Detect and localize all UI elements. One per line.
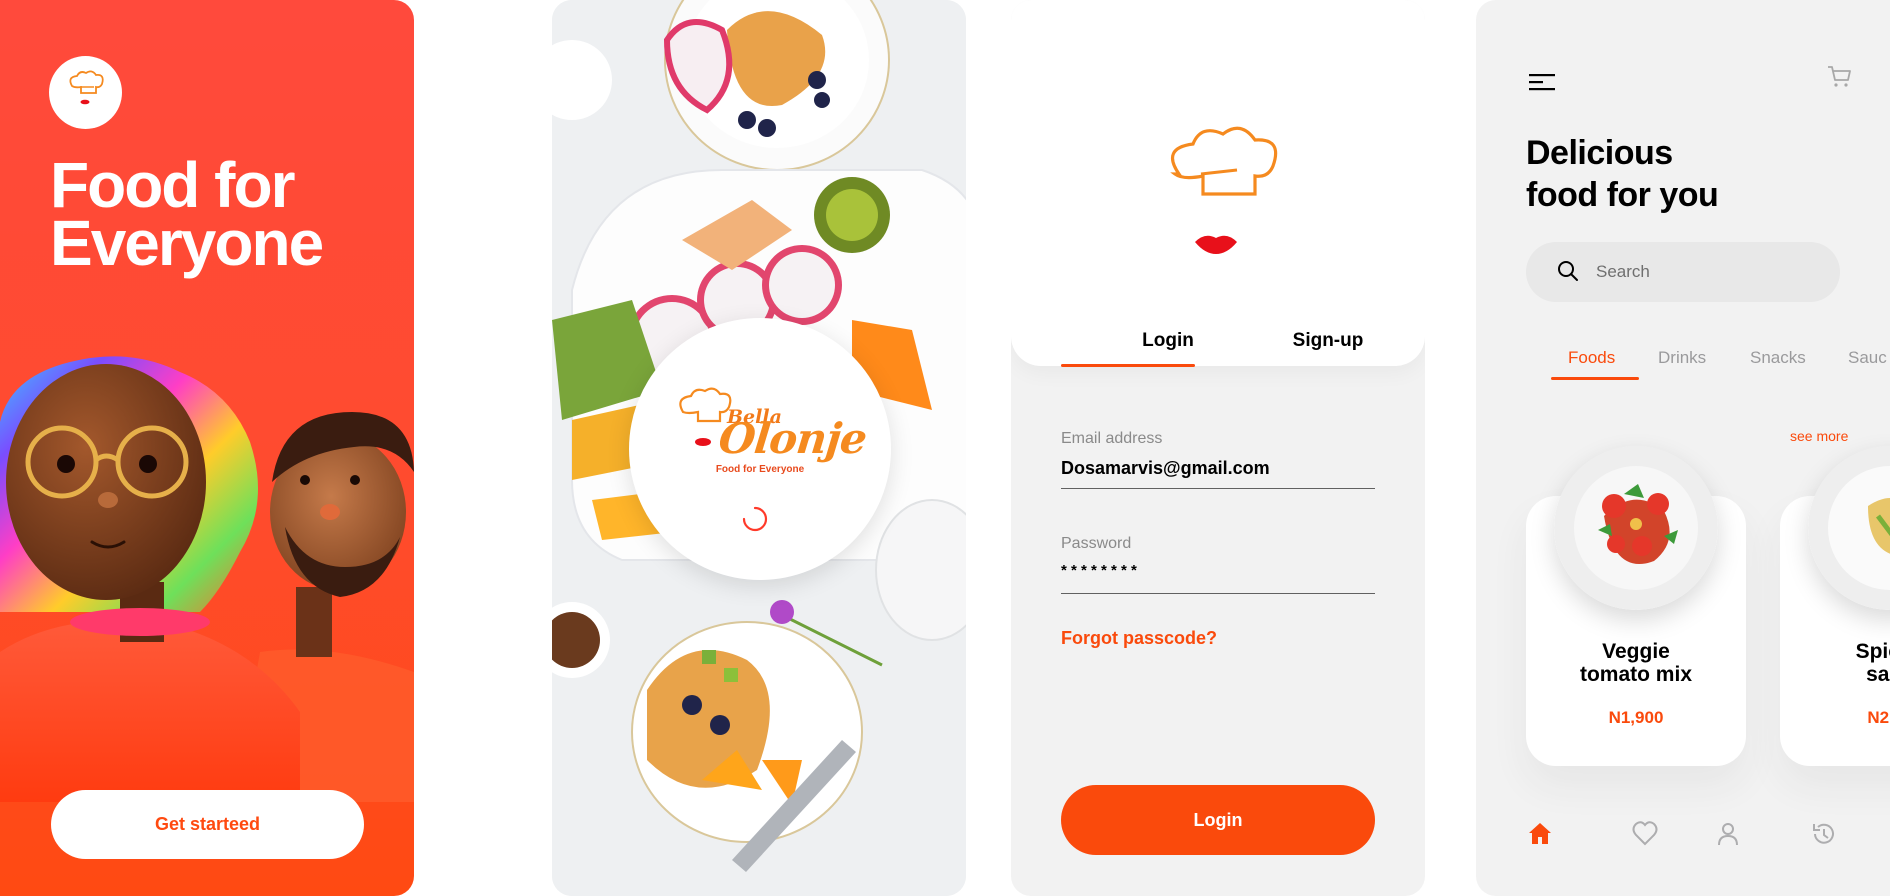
tab-sign-up[interactable]: Sign-up [1261,330,1395,352]
title-line-2: food for you [1526,176,1719,214]
food-card[interactable]: Spicy f sauc N2,30 [1780,446,1890,766]
category-tab-foods[interactable]: Foods [1568,348,1615,368]
food-name-line-2: sauc [1866,663,1890,686]
search-input[interactable] [1596,242,1826,302]
food-name: Spicy f sauc [1780,640,1890,686]
chef-hat-logo-icon [1170,126,1278,254]
title-line-2: Everyone [50,207,324,279]
heart-icon[interactable] [1631,820,1659,848]
history-icon[interactable] [1810,820,1838,848]
tab-login[interactable]: Login [1101,330,1235,352]
food-name: Veggie tomato mix [1526,640,1746,686]
active-category-indicator [1551,377,1639,380]
login-header-card: Login Sign-up [1011,0,1425,367]
category-tab-drinks[interactable]: Drinks [1658,348,1706,368]
page-title: Delicious food for you [1526,132,1719,216]
brand-tagline: Food for Everyone [715,464,805,475]
category-tab-sauce[interactable]: Sauc [1848,348,1887,368]
food-name-line-1: Spicy f [1855,640,1890,663]
email-field[interactable]: Dosamarvis@gmail.com [1061,458,1270,479]
password-underline [1061,593,1375,594]
food-price: N1,900 [1608,708,1664,727]
cart-icon[interactable] [1826,64,1852,90]
email-label: Email address [1061,430,1163,447]
user-icon[interactable] [1714,820,1742,848]
food-image [1808,446,1890,610]
title-line-1: Food for [50,149,295,221]
food-card[interactable]: Veggie tomato mix N1,900 [1526,446,1746,766]
home-icon[interactable] [1526,820,1554,848]
password-label: Password [1061,535,1132,552]
email-underline [1061,488,1375,489]
food-price: N2,30 [1867,708,1890,727]
brand-logo-circle: Bella Olonje Food for Everyone [629,318,891,580]
active-tab-indicator [1061,364,1195,367]
food-image [1554,446,1718,610]
food-name-line-2: tomato mix [1579,663,1692,686]
onboarding-title: Food for Everyone [50,149,390,279]
food-name-line-1: Veggie [1602,640,1670,663]
brand-name-main: Olonje [716,414,869,463]
title-line-1: Delicious [1526,134,1673,172]
get-started-button[interactable]: Get starteed [51,790,364,859]
login-button[interactable]: Login [1061,785,1375,855]
forgot-passcode-link[interactable]: Forgot passcode? [1061,628,1217,649]
menu-icon[interactable] [1529,72,1555,92]
splash-screen: Bella Olonje Food for Everyone [552,0,966,896]
category-tab-snacks[interactable]: Snacks [1750,348,1806,368]
login-screen: Login Sign-up Email address Dosamarvis@g… [1011,0,1425,896]
chef-hat-logo-icon [49,56,122,129]
home-screen: Delicious food for you Foods Drinks Snac… [1476,0,1890,896]
password-field[interactable]: * * * * * * * * [1061,562,1137,579]
see-more-link[interactable]: see more [1790,428,1848,444]
search-bar[interactable] [1526,242,1840,302]
spinner-icon [742,506,768,532]
people-illustration [0,356,414,802]
onboarding-screen: Food for Everyone Get starteed [0,0,414,896]
search-icon [1558,261,1578,281]
